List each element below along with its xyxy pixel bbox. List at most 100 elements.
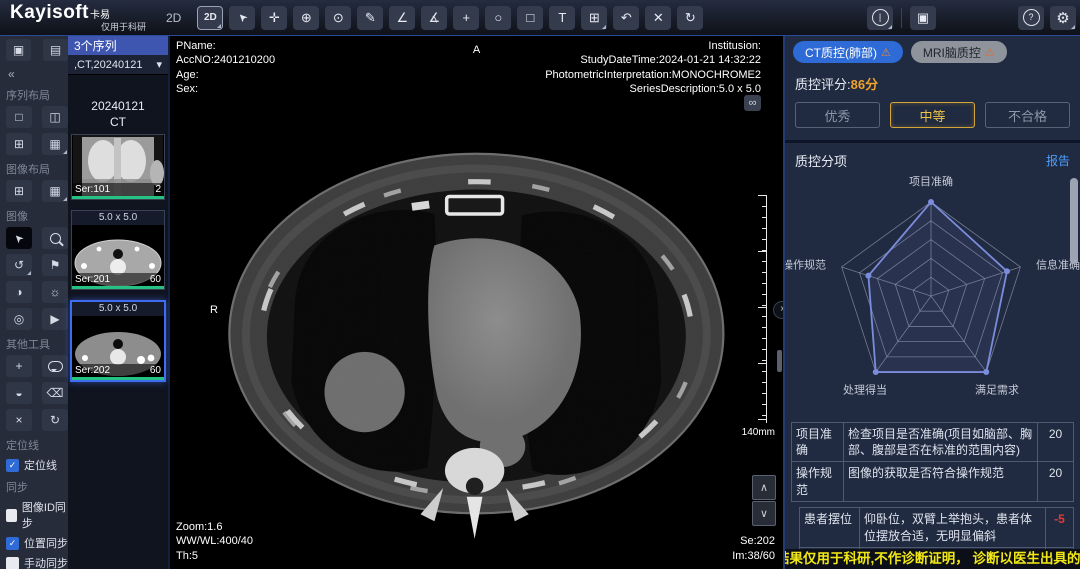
- report-panel-button[interactable]: ▤: [43, 39, 68, 61]
- rotate-icon: ↺: [14, 258, 24, 272]
- dicom-qc-app: Kayisoft卡易 仅用于科研 2D 2D ➤ ✛ ⊕ ⊙ ✎ ∠ ∡ + ○…: [0, 0, 1080, 569]
- mode-label: 2D: [166, 11, 181, 25]
- image-viewport[interactable]: PName: AccNO:2401210200 Age: Sex: A Inst…: [170, 35, 783, 569]
- pan-tool-button[interactable]: ✛: [261, 6, 287, 30]
- series-panel-button[interactable]: ▣: [6, 39, 31, 61]
- checkbox-locator-line[interactable]: 定位线: [6, 457, 68, 473]
- group-modality: CT: [68, 115, 168, 131]
- load-progress-bar: [72, 196, 164, 199]
- crosshair-tool-button[interactable]: +: [453, 6, 479, 30]
- checkbox-position-sync[interactable]: 位置同步: [6, 535, 68, 551]
- series-thumbnail-101[interactable]: Ser:1012: [71, 134, 165, 200]
- comment-tool-button[interactable]: [42, 355, 68, 377]
- series-thumbnail-201[interactable]: 5.0 x 5.0 Ser:20160: [71, 210, 165, 290]
- settings-button[interactable]: ⚙: [1050, 6, 1076, 30]
- flag-tool-button[interactable]: ⚑: [42, 254, 68, 276]
- rect-roi-button[interactable]: □: [517, 6, 543, 30]
- study-select[interactable]: ,CT,20240121 ▾: [68, 55, 168, 75]
- stamp-tool-button[interactable]: ◒: [6, 382, 32, 404]
- add-tool-button[interactable]: +: [6, 355, 32, 377]
- hanging-layout-button[interactable]: ⊞: [581, 6, 607, 30]
- brand-cjk: 卡易: [90, 10, 110, 21]
- image-layout-3x3-button[interactable]: ▦: [42, 180, 68, 202]
- cine-play-button[interactable]: ▶: [42, 308, 68, 330]
- tab-ct-lung-qc[interactable]: CT质控(肺部) ⚠: [793, 41, 903, 63]
- pointer-tool-button[interactable]: ➤: [229, 6, 255, 30]
- close-tool-button[interactable]: ×: [6, 409, 32, 431]
- eraser-tool-button[interactable]: ⌫: [42, 382, 68, 404]
- grade-medium-button[interactable]: 中等: [890, 102, 975, 128]
- checkbox-manual-sync[interactable]: 手动同步: [6, 555, 68, 569]
- viewport-settings-overlay: Zoom:1.6 WW/WL:400/40 Th:5: [176, 520, 253, 563]
- qc-item-desc: 检查项目是否准确(项目如脑部、胸部、腹部是否在标准的范围内容): [844, 423, 1037, 461]
- previous-slice-button[interactable]: ∧: [752, 475, 776, 500]
- panel-scrollbar-thumb[interactable]: [1070, 178, 1078, 264]
- qc-item-score: 20: [1037, 423, 1073, 461]
- tab-label: MRI脑质控: [923, 44, 981, 61]
- section-other-tools: 其他工具: [6, 336, 68, 352]
- image-magnify-button[interactable]: [42, 227, 68, 249]
- info-button[interactable]: |: [867, 6, 893, 30]
- save-button[interactable]: ▣: [910, 6, 936, 30]
- rotate-flip-button[interactable]: ↺: [6, 254, 32, 276]
- length-tool-button[interactable]: ✎: [357, 6, 383, 30]
- reset-tool-button[interactable]: ↻: [42, 409, 68, 431]
- orientation-marker-anterior: A: [473, 43, 480, 57]
- tab-mri-brain-qc[interactable]: MRI脑质控 ⚠: [911, 41, 1007, 63]
- table-row: 项目准确 检查项目是否准确(项目如脑部、胸部、腹部是否在标准的范围内容) 20: [791, 422, 1074, 462]
- grade-excellent-button[interactable]: 优秀: [795, 102, 880, 128]
- checkbox-label: 位置同步: [24, 535, 68, 551]
- undo-button[interactable]: ↶: [613, 6, 639, 30]
- plus-icon: +: [15, 359, 22, 373]
- brightness-button[interactable]: ☼: [42, 281, 68, 303]
- qc-score-label: 质控评分:: [795, 77, 851, 92]
- link-series-button[interactable]: ∞: [744, 95, 761, 111]
- slice-scrollbar-thumb[interactable]: [777, 350, 782, 372]
- layout-2d-button[interactable]: 2D: [197, 6, 223, 30]
- chevron-down-icon: ▾: [156, 58, 162, 71]
- help-icon: ?: [1023, 9, 1040, 26]
- invert-button[interactable]: ◑: [6, 281, 32, 303]
- series-thumbnail-202[interactable]: 5.0 x 5.0 Ser:20260: [70, 300, 166, 382]
- next-slice-button[interactable]: ∨: [752, 501, 776, 526]
- image-layout-3x3-icon: ▦: [49, 184, 60, 198]
- help-button[interactable]: ?: [1018, 6, 1044, 30]
- link-icon: ∞: [749, 97, 757, 109]
- layout-1x1-button[interactable]: □: [6, 106, 32, 128]
- load-progress-bar: [72, 377, 164, 380]
- app-logo: Kayisoft卡易 仅用于科研: [0, 3, 160, 32]
- spiral-button[interactable]: ◎: [6, 308, 32, 330]
- probe-icon: ⊙: [333, 10, 344, 26]
- ellipse-roi-button[interactable]: ○: [485, 6, 511, 30]
- image-pointer-button[interactable]: ➤: [6, 227, 32, 249]
- delete-annotation-button[interactable]: ✕: [645, 6, 671, 30]
- probe-tool-button[interactable]: ⊙: [325, 6, 351, 30]
- qc-sub-table: 患者摆位 仰卧位，双臂上举抱头，患者体位摆放合适，无明显偏斜 -5 正位定位 胸…: [799, 507, 1074, 549]
- layout-3x3-button[interactable]: ▦: [42, 133, 68, 155]
- series-number-overlay: Se:202: [732, 534, 775, 548]
- warning-icon: ⚠: [985, 46, 995, 59]
- zoom-tool-button[interactable]: ⊕: [293, 6, 319, 30]
- checkbox-label: 手动同步: [24, 555, 68, 569]
- layout-2x2-button[interactable]: ⊞: [6, 133, 32, 155]
- image-layout-2x2-button[interactable]: ⊞: [6, 180, 32, 202]
- cobb-angle-tool-button[interactable]: ∡: [421, 6, 447, 30]
- zoom-in-icon: ⊕: [301, 10, 312, 26]
- checkbox-image-id-sync[interactable]: 图像ID同步: [6, 499, 68, 531]
- angle-tool-button[interactable]: ∠: [389, 6, 415, 30]
- grade-fail-button[interactable]: 不合格: [985, 102, 1070, 128]
- series-number: Ser:201: [75, 273, 110, 286]
- qc-tabs: CT质控(肺部) ⚠ MRI脑质控 ⚠: [785, 35, 1080, 69]
- reset-view-button[interactable]: ↻: [677, 6, 703, 30]
- cobb-angle-icon: ∡: [429, 10, 441, 26]
- patient-info-overlay: PName: AccNO:2401210200 Age: Sex:: [176, 39, 275, 96]
- qc-item-desc: 图像的获取是否符合操作规范: [844, 462, 1037, 500]
- patient-sex: Sex:: [176, 82, 275, 96]
- text-annotation-button[interactable]: T: [549, 6, 575, 30]
- qc-panel: CT质控(肺部) ⚠ MRI脑质控 ⚠ 质控评分:86分 优秀 中等 不合格 质…: [783, 35, 1080, 569]
- toolbar-divider: [901, 8, 902, 28]
- collapse-sidebar-button[interactable]: «: [8, 67, 68, 81]
- table-row: 患者摆位 仰卧位，双臂上举抱头，患者体位摆放合适，无明显偏斜 -5: [800, 508, 1073, 549]
- report-link[interactable]: 报告: [1046, 152, 1070, 169]
- layout-1x2-button[interactable]: ◫: [42, 106, 68, 128]
